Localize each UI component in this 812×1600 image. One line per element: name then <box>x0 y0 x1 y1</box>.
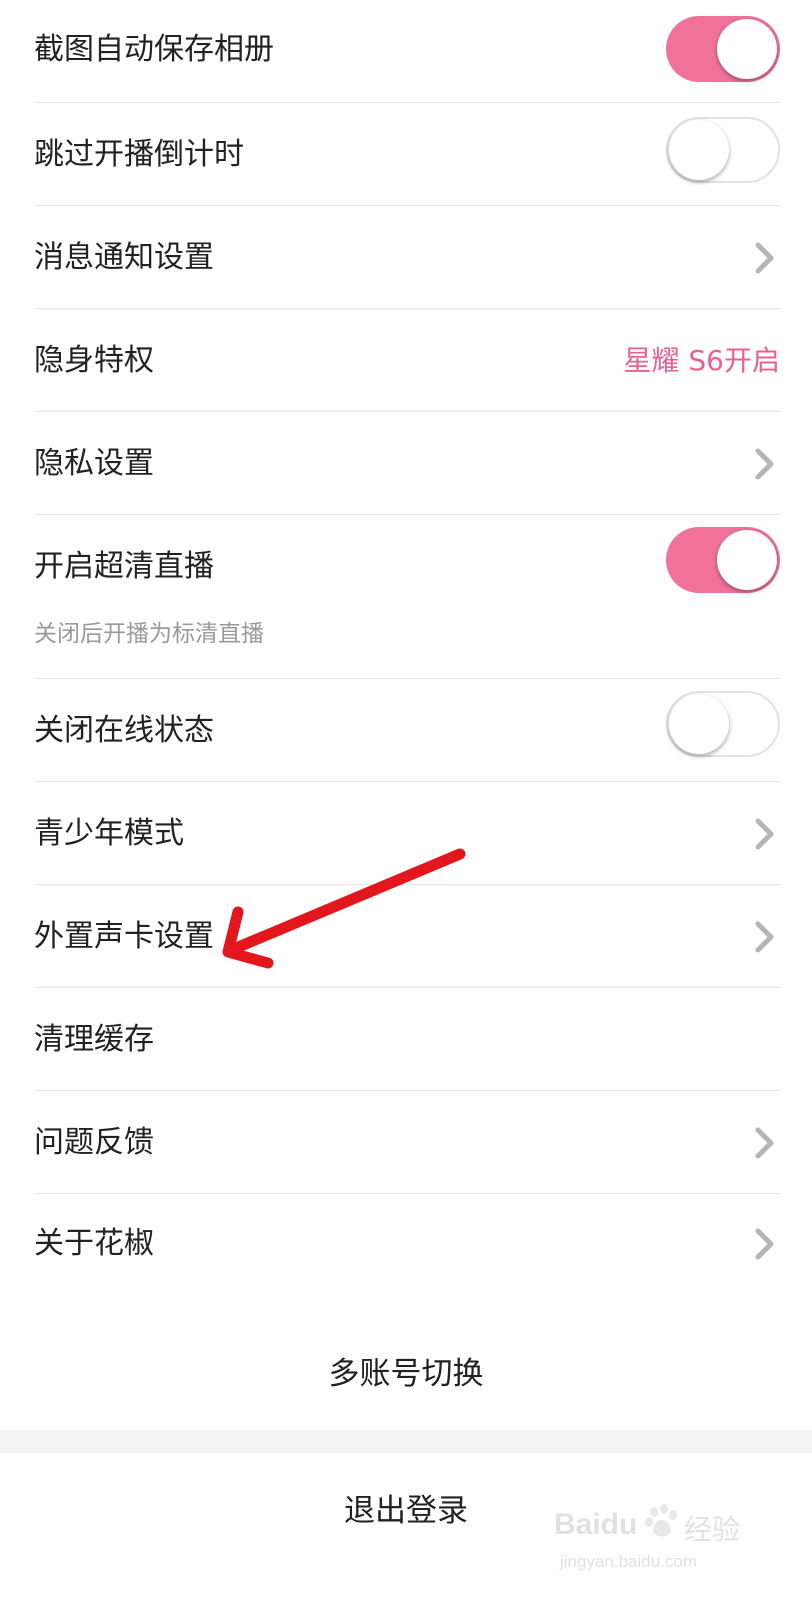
toggle-knob <box>717 19 777 79</box>
setting-row-notifications[interactable]: 消息通知设置 <box>34 206 780 309</box>
setting-row-hd-live[interactable]: 开启超清直播 关闭后开播为标清直播 <box>34 515 780 679</box>
toggle-knob <box>669 694 729 754</box>
chevron-right-icon <box>755 818 774 850</box>
setting-label: 开启超清直播 <box>34 549 214 584</box>
setting-label: 截图自动保存相册 <box>34 32 274 67</box>
chevron-right-icon <box>755 448 774 480</box>
switch-account-label: 多账号切换 <box>328 1356 484 1392</box>
watermark-url: jingyan.baidu.com <box>560 1552 698 1571</box>
chevron-right-icon <box>755 242 774 274</box>
toggle-knob <box>669 120 729 180</box>
settings-screen: 截图自动保存相册 跳过开播倒计时 消息通知设置 隐身特权 星耀 S6开启 隐私设… <box>0 0 812 1600</box>
chevron-right-icon <box>755 921 774 953</box>
setting-row-clear-cache[interactable]: 清理缓存 <box>34 988 780 1091</box>
setting-label: 外置声卡设置 <box>34 919 214 954</box>
chevron-right-icon <box>755 1127 774 1159</box>
toggle-knob <box>717 530 777 590</box>
setting-row-invisible-privilege[interactable]: 隐身特权 星耀 S6开启 <box>34 309 780 412</box>
switch-account-button[interactable]: 多账号切换 <box>0 1318 812 1430</box>
setting-row-about[interactable]: 关于花椒 <box>34 1194 780 1297</box>
setting-label: 问题反馈 <box>34 1125 154 1160</box>
setting-label: 清理缓存 <box>34 1022 154 1057</box>
setting-label: 消息通知设置 <box>34 240 214 275</box>
watermark-suffix: 经验 <box>684 1514 741 1545</box>
chevron-right-icon <box>755 1228 774 1260</box>
skip-countdown-toggle[interactable] <box>666 117 780 183</box>
setting-label: 关闭在线状态 <box>34 713 214 748</box>
setting-label: 隐私设置 <box>34 446 154 481</box>
setting-sublabel: 关闭后开播为标清直播 <box>34 621 264 647</box>
paw-icon <box>645 1504 677 1537</box>
online-status-toggle[interactable] <box>666 691 780 757</box>
setting-row-external-soundcard[interactable]: 外置声卡设置 <box>34 885 780 988</box>
setting-label: 青少年模式 <box>34 816 184 851</box>
setting-row-skip-countdown[interactable]: 跳过开播倒计时 <box>34 103 780 206</box>
hd-live-toggle[interactable] <box>666 527 780 593</box>
baidu-watermark: Baidu 经验 jingyan.baidu.com <box>554 1502 754 1592</box>
watermark-brand: Baidu <box>554 1508 638 1541</box>
settings-list: 截图自动保存相册 跳过开播倒计时 消息通知设置 隐身特权 星耀 S6开启 隐私设… <box>0 0 812 1318</box>
setting-row-screenshot-save[interactable]: 截图自动保存相册 <box>34 0 780 103</box>
setting-row-teen-mode[interactable]: 青少年模式 <box>34 782 780 885</box>
privilege-status-text: 星耀 S6开启 <box>623 344 781 377</box>
setting-row-privacy[interactable]: 隐私设置 <box>34 412 780 515</box>
setting-row-feedback[interactable]: 问题反馈 <box>34 1091 780 1194</box>
setting-label: 跳过开播倒计时 <box>34 137 244 172</box>
setting-row-online-status[interactable]: 关闭在线状态 <box>34 679 780 782</box>
setting-label: 隐身特权 <box>34 343 154 378</box>
screenshot-save-toggle[interactable] <box>666 16 780 82</box>
setting-label: 关于花椒 <box>34 1226 154 1261</box>
